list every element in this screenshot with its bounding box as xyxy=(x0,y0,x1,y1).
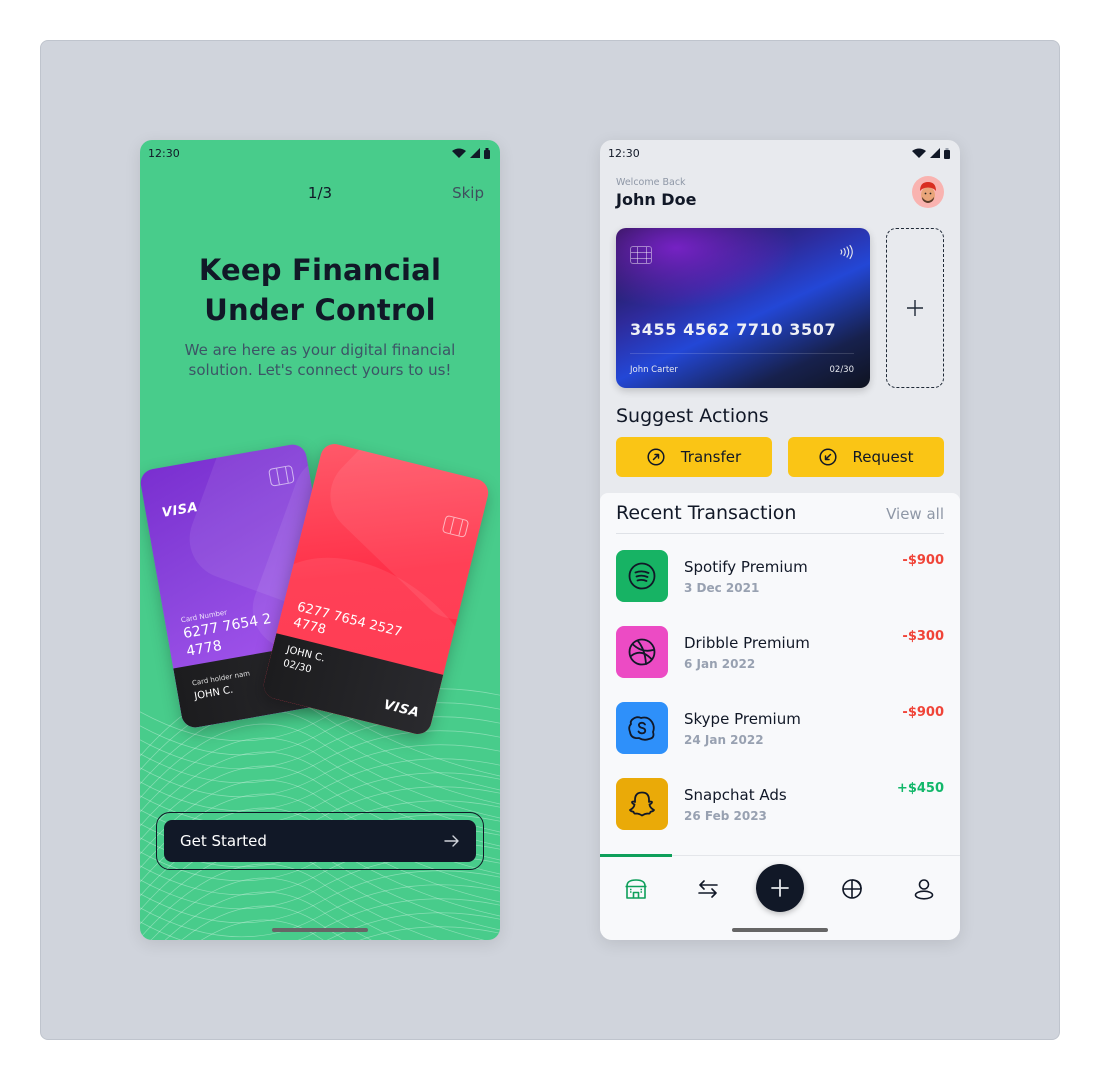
visa-logo: VISA xyxy=(382,697,421,721)
home-indicator xyxy=(272,928,368,932)
onboarding-title: Keep Financial Under Control xyxy=(140,250,500,330)
chip-icon xyxy=(630,246,652,264)
nav-home[interactable] xyxy=(618,874,654,904)
swap-arrows-icon xyxy=(698,880,718,898)
card-illustration: VISA Card Number 6277 7654 2 4778 Card h… xyxy=(140,420,500,740)
nav-analytics[interactable] xyxy=(834,874,870,904)
title-line-1: Keep Financial xyxy=(198,253,442,287)
transaction-date: 3 Dec 2021 xyxy=(684,581,760,595)
home-indicator xyxy=(732,928,828,932)
bottom-navigation xyxy=(600,854,960,940)
dashboard-screen: 12:30 Welcome Back John Doe 3455 4562 77… xyxy=(600,140,960,940)
onboarding-subtitle: We are here as your digital financial so… xyxy=(184,341,456,379)
title-line-2: Under Control xyxy=(204,293,436,327)
card-holder: John Carter xyxy=(630,365,678,375)
transaction-item[interactable]: Skype Premium 24 Jan 2022 -$900 xyxy=(616,702,944,754)
active-tab-indicator xyxy=(600,854,672,857)
arrow-right-icon xyxy=(444,835,459,847)
dribbble-icon xyxy=(616,626,668,678)
skype-icon xyxy=(616,702,668,754)
divider xyxy=(616,533,944,534)
card-number-line-2: 4778 xyxy=(185,637,224,660)
nav-profile[interactable] xyxy=(906,874,942,904)
onboarding-screen: 12:30 1/3 Skip Keep Financial Under Cont… xyxy=(140,140,500,940)
signal-icon xyxy=(470,148,480,158)
page-indicator: 1/3 xyxy=(307,184,333,202)
status-time: 12:30 xyxy=(148,146,180,160)
transaction-date: 26 Feb 2023 xyxy=(684,809,767,823)
transaction-date: 24 Jan 2022 xyxy=(684,733,764,747)
plus-icon xyxy=(771,879,789,897)
add-card-button[interactable] xyxy=(886,228,944,388)
transaction-amount: -$300 xyxy=(902,629,944,644)
snapchat-icon xyxy=(616,778,668,830)
skip-button[interactable]: Skip xyxy=(452,184,484,202)
plus-icon xyxy=(907,300,923,316)
request-label: Request xyxy=(852,448,914,466)
status-time: 12:30 xyxy=(608,146,640,160)
transfer-label: Transfer xyxy=(680,448,742,466)
user-name: John Doe xyxy=(616,190,697,209)
status-bar: 12:30 xyxy=(600,140,960,166)
avatar[interactable] xyxy=(912,176,944,208)
suggest-actions-title: Suggest Actions xyxy=(616,405,769,427)
wifi-icon xyxy=(912,148,926,158)
store-icon xyxy=(625,879,647,899)
bank-card[interactable]: 3455 4562 7710 3507 John Carter 02/30 xyxy=(616,228,870,388)
transaction-item[interactable]: Spotify Premium 3 Dec 2021 -$900 xyxy=(616,550,944,602)
user-icon xyxy=(914,879,934,900)
transaction-name: Skype Premium xyxy=(684,710,801,728)
transaction-item[interactable]: Dribble Premium 6 Jan 2022 -$300 xyxy=(616,626,944,678)
transaction-amount: -$900 xyxy=(902,705,944,720)
card-number: 3455 4562 7710 3507 xyxy=(630,320,837,339)
pie-chart-icon xyxy=(842,879,862,899)
transaction-name: Snapchat Ads xyxy=(684,786,787,804)
get-started-button[interactable]: Get Started xyxy=(164,820,476,862)
transaction-date: 6 Jan 2022 xyxy=(684,657,756,671)
nav-transfer[interactable] xyxy=(690,874,726,904)
transaction-amount: +$450 xyxy=(896,781,944,796)
nav-add-button[interactable] xyxy=(756,864,804,912)
transaction-name: Spotify Premium xyxy=(684,558,808,576)
avatar-face-icon xyxy=(920,182,936,203)
signal-icon xyxy=(930,148,940,158)
battery-icon xyxy=(944,147,950,159)
transfer-button[interactable]: Transfer xyxy=(616,437,772,477)
transaction-name: Dribble Premium xyxy=(684,634,810,652)
battery-icon xyxy=(484,147,490,159)
get-started-label: Get Started xyxy=(180,832,267,850)
card-expiry: 02/30 xyxy=(829,365,855,375)
card-holder-label: Card holder nam xyxy=(191,669,251,688)
view-all-link[interactable]: View all xyxy=(886,505,944,523)
card-holder: JOHN C. xyxy=(193,684,235,703)
welcome-text: Welcome Back xyxy=(616,177,686,188)
spotify-icon xyxy=(616,550,668,602)
arrow-up-right-circle-icon xyxy=(647,448,665,466)
wave-line xyxy=(181,905,347,940)
transaction-amount: -$900 xyxy=(902,553,944,568)
wave-line xyxy=(140,898,500,940)
status-bar: 12:30 xyxy=(140,140,500,166)
card-divider xyxy=(630,353,854,354)
recent-transactions-panel: Recent Transaction View all Spotify Prem… xyxy=(600,493,960,855)
recent-transactions-title: Recent Transaction xyxy=(616,502,797,524)
transaction-item[interactable]: Snapchat Ads 26 Feb 2023 +$450 xyxy=(616,778,944,830)
contactless-icon xyxy=(840,244,853,260)
arrow-down-left-circle-icon xyxy=(818,448,837,466)
wifi-icon xyxy=(452,148,466,158)
request-button[interactable]: Request xyxy=(788,437,944,477)
